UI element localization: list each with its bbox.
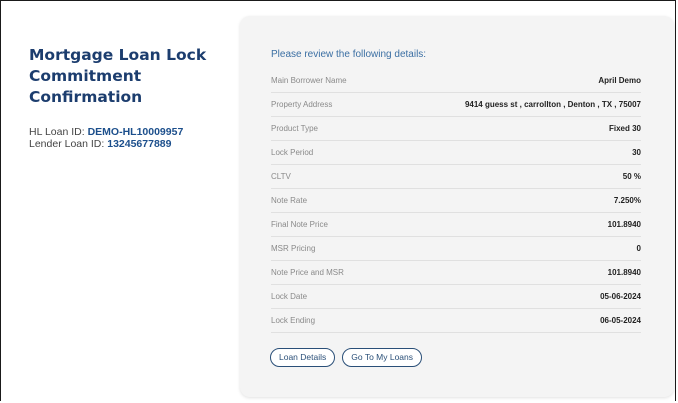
hl-loan-id-value: DEMO-HL10009957: [87, 126, 184, 138]
lender-loan-id-value: 13245677889: [107, 138, 172, 150]
details-card: Please review the following details: Mai…: [240, 16, 674, 397]
detail-value: April Demo: [598, 76, 641, 85]
detail-value: 06-05-2024: [600, 316, 641, 325]
go-to-my-loans-button[interactable]: Go To My Loans: [342, 348, 423, 367]
detail-label: Note Rate: [271, 196, 308, 205]
lender-loan-id: Lender Loan ID: 13245677889: [29, 138, 229, 150]
detail-label: Note Price and MSR: [271, 268, 344, 277]
detail-label: Lock Date: [271, 292, 308, 301]
loan-ids: HL Loan ID: DEMO-HL10009957 Lender Loan …: [29, 126, 229, 150]
page-title-line-1: Mortgage Loan Lock: [29, 46, 207, 64]
detail-row-final-note-price: Final Note Price 101.8940: [271, 213, 641, 237]
lender-loan-id-label: Lender Loan ID:: [29, 138, 105, 150]
page-title: Mortgage Loan Lock Commitment Confirmati…: [29, 45, 229, 108]
details-list: Main Borrower Name April Demo Property A…: [271, 69, 641, 333]
detail-label: CLTV: [271, 172, 291, 181]
detail-value: 101.8940: [607, 220, 641, 229]
detail-row-note-price-msr: Note Price and MSR 101.8940: [271, 261, 641, 285]
detail-label: Lock Ending: [271, 316, 316, 325]
detail-row-borrower: Main Borrower Name April Demo: [271, 69, 641, 93]
page-title-line-2: Commitment Confirmation: [29, 67, 143, 106]
detail-label: MSR Pricing: [271, 244, 316, 253]
action-buttons: Loan Details Go To My Loans: [270, 348, 423, 367]
detail-row-note-rate: Note Rate 7.250%: [271, 189, 641, 213]
detail-value: 101.8940: [607, 268, 641, 277]
detail-value: 0: [636, 244, 641, 253]
detail-value: 05-06-2024: [600, 292, 641, 301]
detail-value: 7.250%: [613, 196, 641, 205]
confirmation-header: Mortgage Loan Lock Commitment Confirmati…: [29, 45, 229, 150]
hl-loan-id-label: HL Loan ID:: [29, 126, 85, 138]
detail-value: Fixed 30: [608, 124, 641, 133]
detail-row-lock-period: Lock Period 30: [271, 141, 641, 165]
detail-row-lock-date: Lock Date 05-06-2024: [271, 285, 641, 309]
detail-value: 9414 guess st , carrollton , Denton , TX…: [464, 100, 641, 109]
detail-label: Main Borrower Name: [271, 76, 347, 85]
detail-value: 30: [632, 148, 641, 157]
detail-label: Property Address: [271, 100, 333, 109]
review-heading: Please review the following details:: [271, 49, 427, 60]
loan-details-button[interactable]: Loan Details: [270, 348, 336, 367]
detail-row-property-address: Property Address 9414 guess st , carroll…: [271, 93, 641, 117]
detail-label: Final Note Price: [271, 220, 328, 229]
detail-label: Product Type: [271, 124, 318, 133]
detail-value: 50 %: [622, 172, 641, 181]
detail-row-cltv: CLTV 50 %: [271, 165, 641, 189]
detail-row-msr-pricing: MSR Pricing 0: [271, 237, 641, 261]
hl-loan-id: HL Loan ID: DEMO-HL10009957: [29, 126, 229, 138]
detail-row-lock-ending: Lock Ending 06-05-2024: [271, 309, 641, 333]
detail-label: Lock Period: [271, 148, 314, 157]
detail-row-product-type: Product Type Fixed 30: [271, 117, 641, 141]
